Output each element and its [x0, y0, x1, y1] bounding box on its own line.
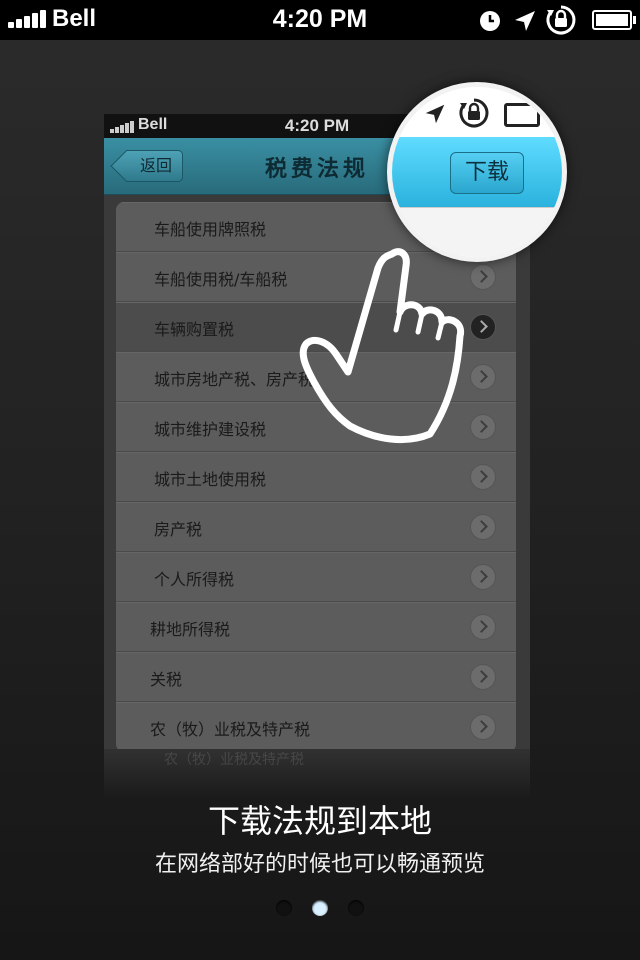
list-item-label: 农（牧）业税及特产税	[150, 720, 311, 739]
chevron-right-icon	[470, 464, 496, 490]
magnifier: 下载	[387, 82, 567, 262]
list-item[interactable]: 个人所得税	[116, 552, 516, 602]
rotation-lock-icon	[546, 5, 576, 35]
reflection-text: 农（牧）业税及特产税	[164, 752, 304, 768]
pointing-hand-icon	[299, 248, 465, 444]
list-item-label: 车船使用牌照税	[154, 220, 267, 239]
list-item[interactable]: 房产税	[116, 502, 516, 552]
status-bar: Bell 4:20 PM	[0, 0, 640, 40]
mockup-reflection: 农（牧）业税及特产税	[104, 749, 530, 799]
page-indicator[interactable]	[0, 900, 640, 916]
caption-title: 下载法规到本地	[207, 802, 432, 840]
status-time: 4:20 PM	[272, 5, 368, 33]
location-arrow-icon	[515, 11, 535, 31]
battery-icon	[592, 10, 636, 30]
page-dot[interactable]	[348, 900, 364, 916]
chevron-right-icon	[470, 664, 496, 690]
list-item-label: 车船使用税/车船税	[154, 270, 288, 289]
list-item-label: 城市房地产税、房产税	[154, 370, 315, 389]
list-item-label: 关税	[150, 670, 183, 689]
chevron-right-icon	[470, 614, 496, 640]
list-item-label: 车辆购置税	[154, 320, 235, 339]
list-item[interactable]: 农（牧）业税及特产税	[116, 702, 516, 749]
page-dot-active[interactable]	[312, 900, 328, 916]
page-dot[interactable]	[276, 900, 292, 916]
list-item[interactable]: 耕地所得税	[116, 602, 516, 652]
chevron-right-icon	[470, 514, 496, 540]
rotation-lock-icon	[459, 98, 489, 128]
list-item-label: 个人所得税	[154, 570, 235, 589]
list-item[interactable]: 城市土地使用税	[116, 452, 516, 502]
magnified-status-bar	[392, 87, 562, 137]
alarm-clock-icon	[480, 11, 500, 31]
list-item[interactable]: 关税	[116, 652, 516, 702]
list-item-label: 城市维护建设税	[154, 420, 267, 439]
list-item-label: 城市土地使用税	[154, 470, 267, 489]
battery-icon	[504, 103, 540, 127]
chevron-right-icon	[470, 564, 496, 590]
download-button[interactable]: 下载	[450, 152, 524, 194]
caption-subtitle: 在网络部好的时候也可以畅通预览	[154, 852, 485, 877]
list-item-label: 耕地所得税	[150, 620, 231, 639]
location-arrow-icon	[425, 104, 445, 124]
chevron-right-icon	[470, 714, 496, 740]
list-item-label: 房产税	[154, 520, 203, 539]
